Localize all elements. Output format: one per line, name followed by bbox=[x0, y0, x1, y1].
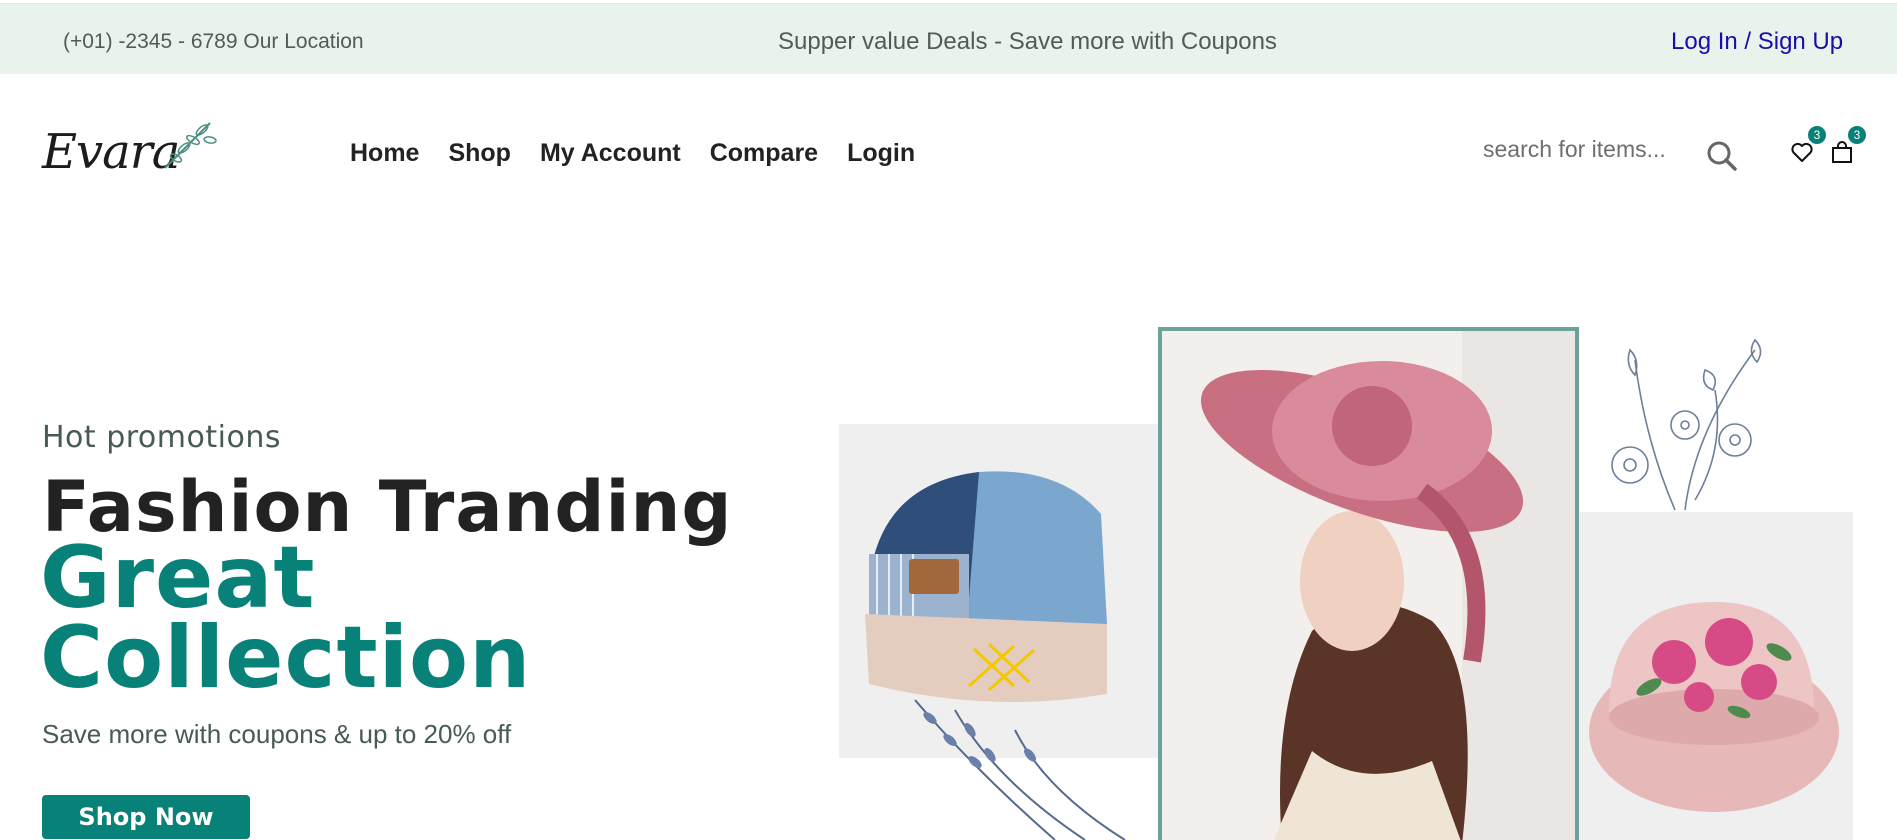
contact-phone: (+01) -2345 - 6789 Our Location bbox=[63, 30, 364, 53]
logo[interactable]: Evara bbox=[40, 118, 220, 180]
nav-login[interactable]: Login bbox=[847, 139, 915, 168]
product-image-pink-floral-hat[interactable] bbox=[1579, 512, 1853, 840]
hero-description: Save more with coupons & up to 20% off bbox=[42, 719, 512, 749]
top-bar: (+01) -2345 - 6789 Our Location Supper v… bbox=[0, 3, 1897, 74]
nav-my-account[interactable]: My Account bbox=[540, 139, 681, 168]
flowers-illustration bbox=[1611, 338, 1762, 510]
nav-shop[interactable]: Shop bbox=[448, 139, 511, 168]
wishlist-button[interactable]: 3 bbox=[1790, 126, 1826, 169]
search-icon[interactable] bbox=[1705, 138, 1739, 177]
site-header: Evara Home Shop My Account Compare Login bbox=[0, 74, 1897, 234]
product-image-woman-pink-hat[interactable] bbox=[1158, 327, 1579, 840]
shopping-bag-icon bbox=[1832, 141, 1852, 163]
nav-compare[interactable]: Compare bbox=[710, 139, 818, 168]
login-signup-link[interactable]: Log In / Sign Up bbox=[1671, 28, 1843, 56]
heart-icon bbox=[1791, 142, 1813, 162]
hero-subtitle: Hot promotions bbox=[42, 420, 281, 455]
cart-button[interactable]: 3 bbox=[1830, 126, 1866, 169]
main-nav: Home Shop My Account Compare Login bbox=[350, 139, 915, 168]
search-input[interactable] bbox=[1483, 136, 1683, 163]
nav-home[interactable]: Home bbox=[350, 139, 419, 168]
hero-accent-title: Great Collection bbox=[40, 528, 532, 708]
wishlist-count-badge: 3 bbox=[1808, 126, 1826, 144]
shop-now-button[interactable]: Shop Now bbox=[42, 795, 250, 839]
deals-announcement: Supper value Deals - Save more with Coup… bbox=[778, 28, 1277, 55]
logo-text: Evara bbox=[42, 124, 180, 180]
lavender-illustration bbox=[914, 699, 1126, 840]
search-bar bbox=[1483, 136, 1743, 176]
cart-count-badge: 3 bbox=[1848, 126, 1866, 144]
leaf-icon bbox=[164, 122, 217, 169]
